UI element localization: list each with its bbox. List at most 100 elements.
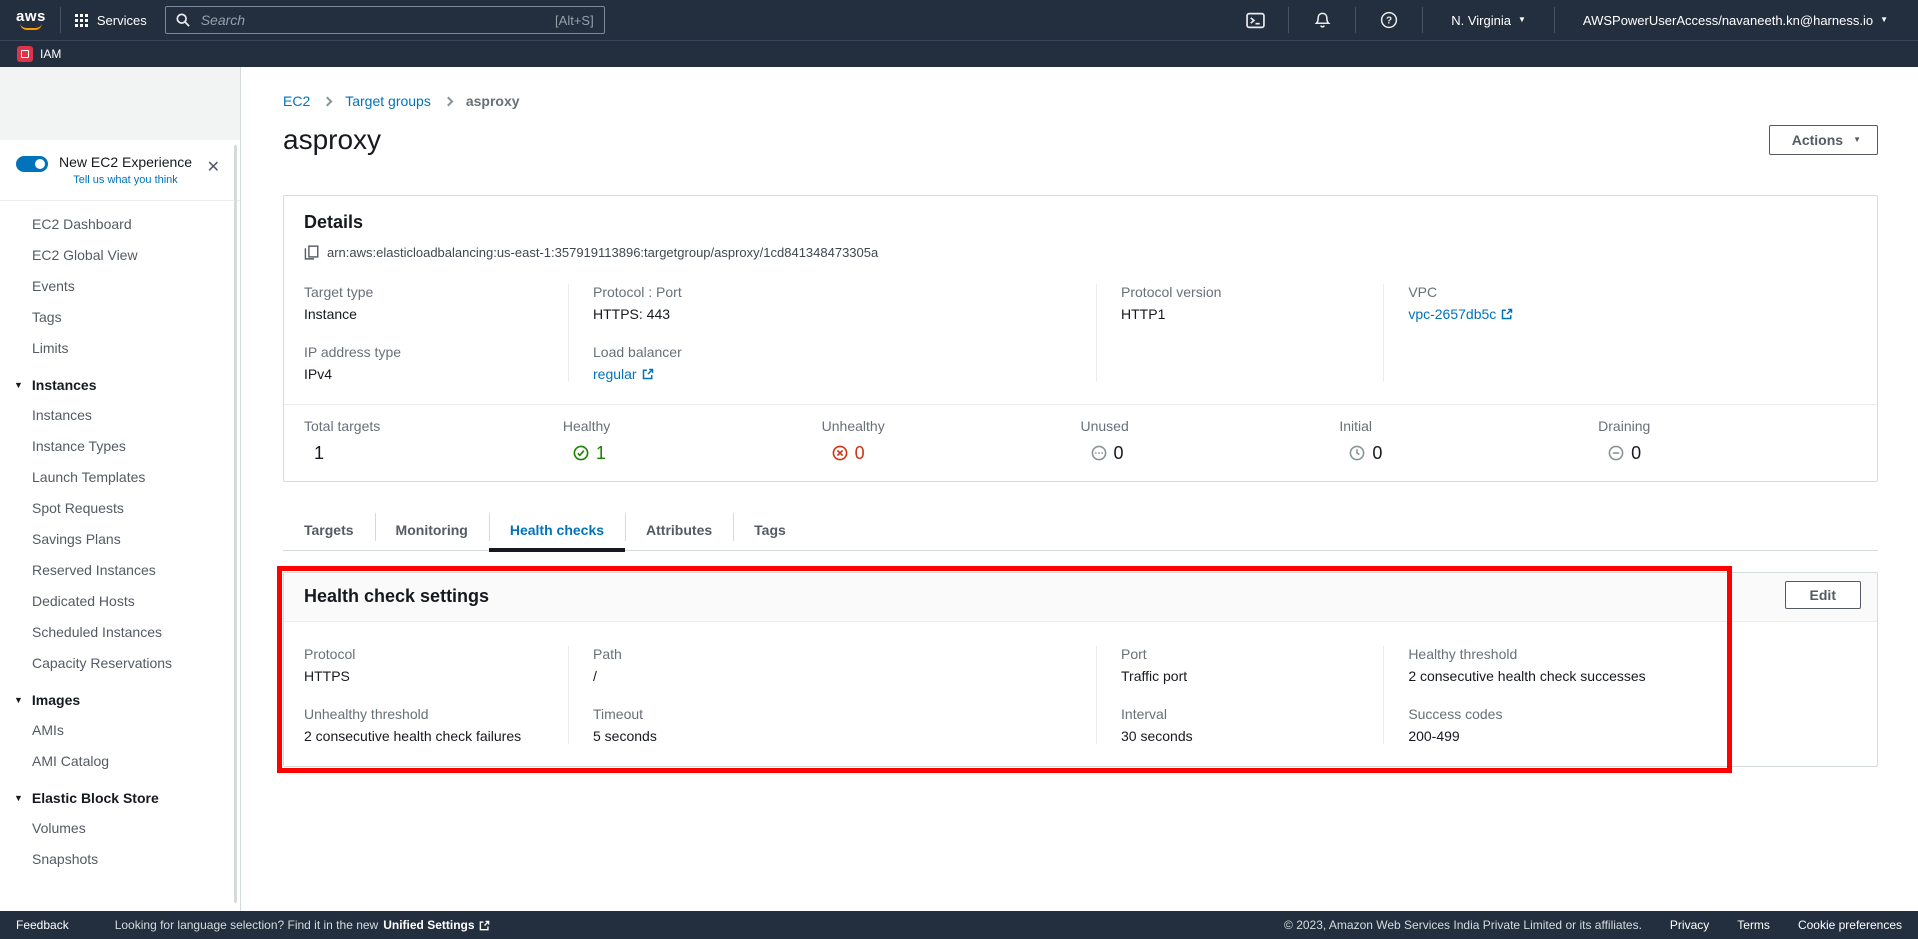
clock-circle-icon [1349,445,1365,461]
region-selector[interactable]: N. Virginia ▼ [1437,13,1540,28]
svg-text:?: ? [1386,16,1392,27]
unified-settings-link[interactable]: Unified Settings [383,918,489,932]
iam-service-icon [17,46,33,62]
load-balancer-link[interactable]: regular [593,366,654,382]
minus-circle-icon [1608,445,1624,461]
region-label: N. Virginia [1451,13,1511,28]
sidebar-item-instance-types[interactable]: Instance Types [0,431,240,462]
nav-divider [1554,7,1555,33]
cloudshell-icon[interactable] [1236,0,1274,40]
actions-button[interactable]: Actions ▼ [1769,125,1878,155]
sidebar-item-scheduled-instances[interactable]: Scheduled Instances [0,617,240,648]
new-ec2-experience-toggle[interactable] [16,156,48,172]
sidebar-item-tags[interactable]: Tags [0,302,240,333]
sidebar-item-events[interactable]: Events [0,271,240,302]
sidebar-item-spot-requests[interactable]: Spot Requests [0,493,240,524]
sidebar-item-capacity-reservations[interactable]: Capacity Reservations [0,648,240,679]
aws-logo[interactable]: aws [16,10,46,30]
sidebar-item-ec2-dashboard[interactable]: EC2 Dashboard [0,209,240,240]
tab-tags[interactable]: Tags [733,512,807,550]
stat-total-targets: Total targets 1 [304,418,563,464]
tab-health-checks[interactable]: Health checks [489,512,625,550]
sidebar-item-savings-plans[interactable]: Savings Plans [0,524,240,555]
details-column: Protocol version HTTP1 [1096,284,1383,382]
copy-icon[interactable] [304,245,319,260]
tab-targets[interactable]: Targets [283,512,375,550]
sidebar-item-instances[interactable]: Instances [0,400,240,431]
details-grid: Target type Instance IP address type IPv… [304,284,1857,382]
sidebar-section-instances[interactable]: ▼ Instances [0,364,240,400]
stat-unused: Unused 0 [1081,418,1340,464]
services-label: Services [97,13,147,28]
help-icon[interactable]: ? [1370,0,1408,40]
tab-monitoring[interactable]: Monitoring [375,512,489,550]
field-interval: Interval 30 seconds [1121,706,1367,744]
sidebar-item-limits[interactable]: Limits [0,333,240,364]
services-menu-button[interactable]: Services [75,13,147,28]
field-success-codes: Success codes 200-499 [1408,706,1841,744]
sidebar-section-elastic-block-store[interactable]: ▼ Elastic Block Store [0,777,240,813]
account-menu[interactable]: AWSPowerUserAccess/navaneeth.kn@harness.… [1569,13,1902,28]
health-check-body: Protocol HTTPS Unhealthy threshold 2 con… [284,622,1877,766]
sidebar-scrollbar[interactable] [234,145,237,903]
vpc-link[interactable]: vpc-2657db5c [1408,306,1513,322]
detail-tabs: Targets Monitoring Health checks Attribu… [283,512,1878,551]
topnav-right: ? N. Virginia ▼ AWSPowerUserAccess/navan… [1236,0,1902,40]
page-header: asproxy Actions ▼ [283,123,1878,157]
sidebar-top-spacer [0,67,240,140]
favorite-iam-shortcut[interactable]: IAM [17,46,61,62]
check-circle-icon [573,445,589,461]
field-unhealthy-threshold: Unhealthy threshold 2 consecutive health… [304,706,552,744]
feedback-link[interactable]: Feedback [16,918,69,932]
notifications-bell-icon[interactable] [1303,0,1341,40]
terms-link[interactable]: Terms [1737,918,1770,932]
health-check-section: Health check settings Edit Protocol HTTP… [283,572,1878,767]
services-grid-icon [75,14,88,27]
language-selection-note: Looking for language selection? Find it … [115,918,490,932]
ellipsis-circle-icon [1091,445,1107,461]
external-link-icon [479,920,490,931]
sidebar-item-ec2-global-view[interactable]: EC2 Global View [0,240,240,271]
details-heading: Details [304,212,1857,233]
favorite-iam-label: IAM [40,47,61,61]
nav-divider [1422,7,1423,33]
new-experience-banner: New EC2 Experience Tell us what you thin… [0,140,240,186]
arn-row: arn:aws:elasticloadbalancing:us-east-1:3… [304,245,1857,260]
sidebar-item-dedicated-hosts[interactable]: Dedicated Hosts [0,586,240,617]
field-port: Port Traffic port [1121,646,1367,684]
field-path: Path / [593,646,1080,684]
aws-logo-text: aws [16,10,46,23]
breadcrumb: EC2 Target groups asproxy [283,93,1878,109]
close-icon[interactable]: ✕ [207,160,220,176]
sidebar-item-ami-catalog[interactable]: AMI Catalog [0,746,240,777]
tell-us-what-you-think-link[interactable]: Tell us what you think [59,174,192,186]
caret-down-icon: ▼ [1518,16,1526,24]
caret-down-icon: ▼ [1853,136,1861,144]
console-footer: Feedback Looking for language selection?… [0,911,1918,939]
cookie-preferences-link[interactable]: Cookie preferences [1798,918,1902,932]
sidebar-nav: EC2 Dashboard EC2 Global View Events Tag… [0,205,240,885]
sidebar-section-images[interactable]: ▼ Images [0,679,240,715]
field-vpc: VPC vpc-2657db5c [1408,284,1841,322]
health-check-column: Path / Timeout 5 seconds [568,646,1096,744]
breadcrumb-ec2[interactable]: EC2 [283,93,310,109]
search-bar[interactable]: [Alt+S] [165,6,605,34]
sidebar-item-amis[interactable]: AMIs [0,715,240,746]
field-timeout: Timeout 5 seconds [593,706,1080,744]
search-input[interactable] [199,11,546,29]
external-link-icon [642,368,654,380]
sidebar-item-launch-templates[interactable]: Launch Templates [0,462,240,493]
stat-unhealthy: Unhealthy 0 [822,418,1081,464]
aws-smile-icon [20,23,42,30]
sidebar-item-snapshots[interactable]: Snapshots [0,844,240,875]
health-check-settings-card: Health check settings Edit Protocol HTTP… [283,572,1878,767]
sidebar-item-volumes[interactable]: Volumes [0,813,240,844]
tab-attributes[interactable]: Attributes [625,512,733,550]
edit-button[interactable]: Edit [1785,581,1861,609]
field-healthy-threshold: Healthy threshold 2 consecutive health c… [1408,646,1841,684]
details-column: VPC vpc-2657db5c [1383,284,1857,382]
privacy-link[interactable]: Privacy [1670,918,1709,932]
sidebar-item-reserved-instances[interactable]: Reserved Instances [0,555,240,586]
field-ip-address-type: IP address type IPv4 [304,344,552,382]
breadcrumb-target-groups[interactable]: Target groups [345,93,431,109]
